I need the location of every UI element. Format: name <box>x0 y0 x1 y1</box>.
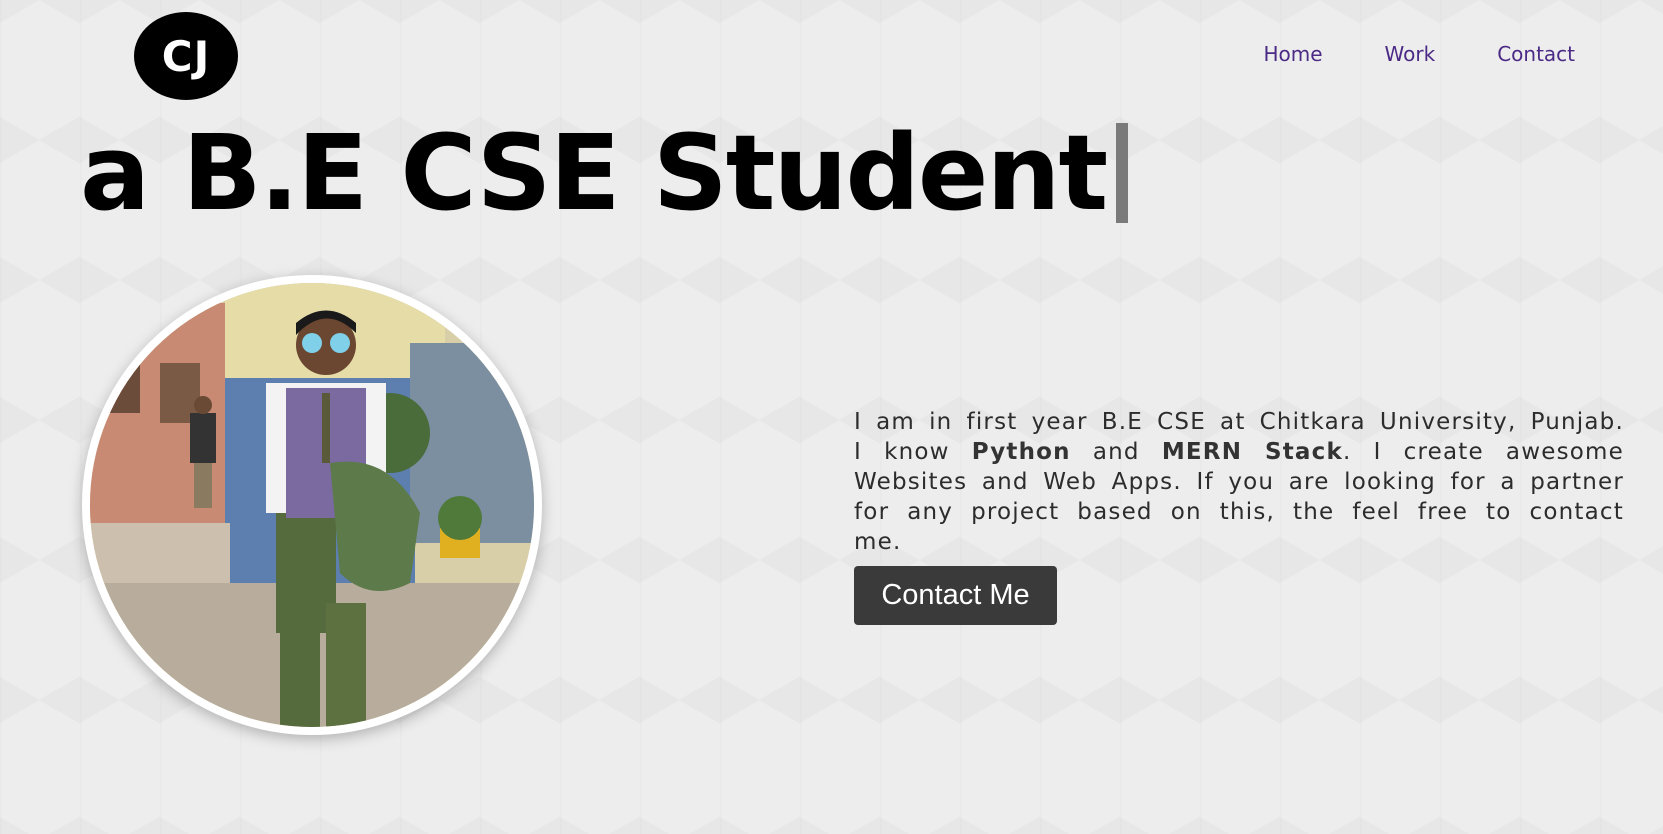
skill-python: Python <box>971 439 1071 465</box>
skill-mern-stack: MERN Stack <box>1161 439 1343 465</box>
about-text-2: and <box>1070 439 1162 465</box>
nav-link-contact[interactable]: Contact <box>1497 42 1575 66</box>
main-nav: Home Work Contact <box>1263 42 1575 66</box>
profile-photo <box>82 275 542 735</box>
nav-link-work[interactable]: Work <box>1385 42 1436 66</box>
contact-me-button[interactable]: Contact Me <box>854 566 1057 625</box>
typed-headline-text: a B.E CSE Student <box>80 112 1108 234</box>
about-paragraph: I am in first year B.E CSE at Chitkara U… <box>854 407 1624 557</box>
typing-cursor <box>1116 123 1129 223</box>
logo[interactable]: CJ <box>134 12 238 100</box>
hero-headline: a B.E CSE Student <box>80 112 1129 234</box>
nav-link-home[interactable]: Home <box>1263 42 1322 66</box>
profile-photo-illustration <box>90 283 534 727</box>
